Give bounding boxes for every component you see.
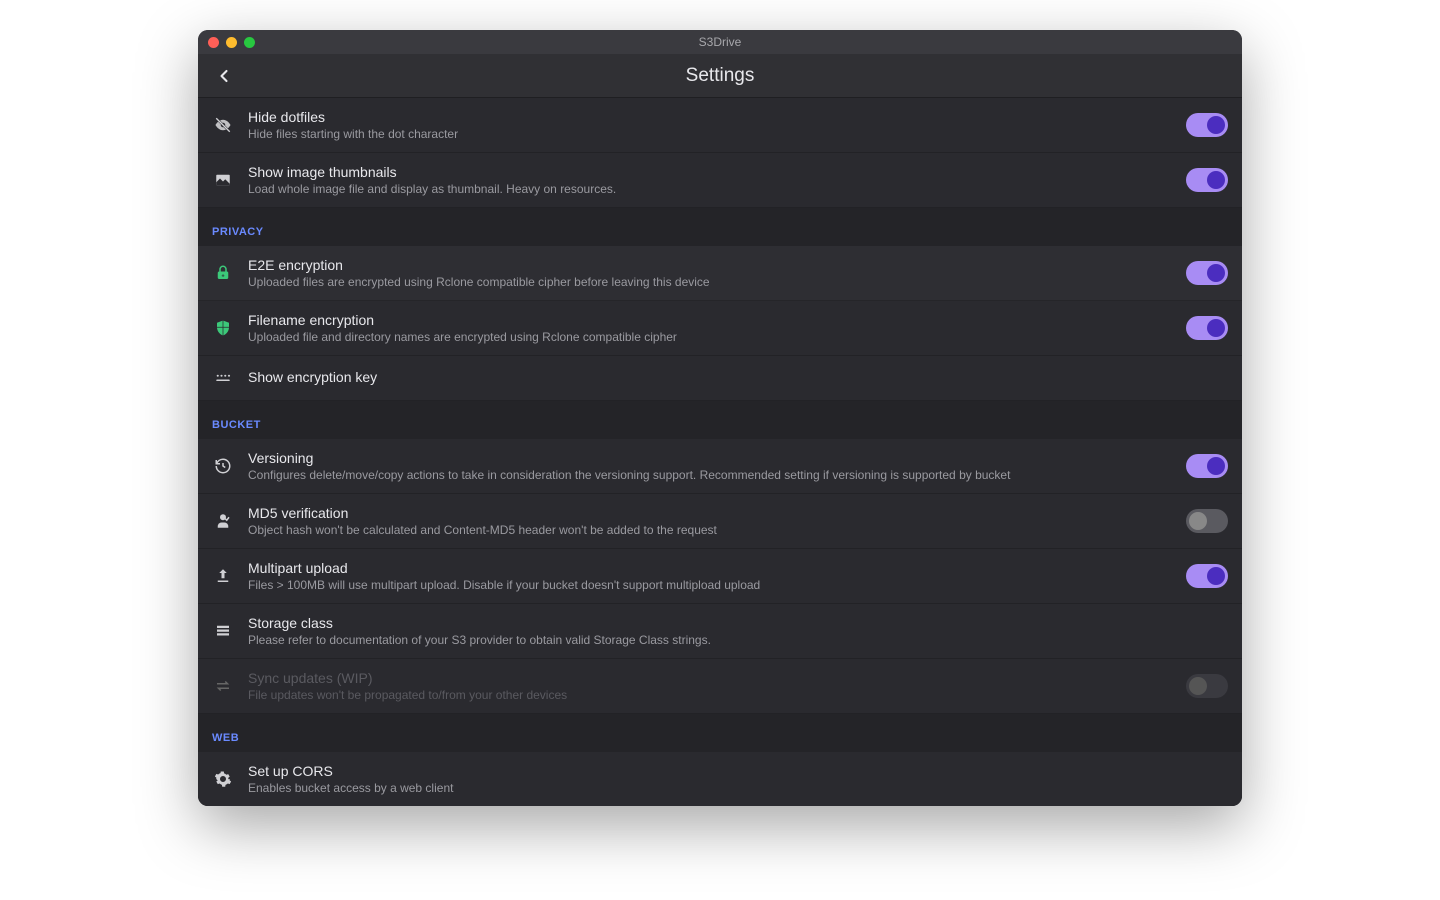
row-desc: Object hash won't be calculated and Cont…	[248, 523, 1172, 537]
row-setup-cors[interactable]: Set up CORS Enables bucket access by a w…	[198, 752, 1242, 806]
maximize-icon[interactable]	[244, 37, 255, 48]
row-title: Storage class	[248, 615, 1228, 631]
minimize-icon[interactable]	[226, 37, 237, 48]
row-show-thumbnails[interactable]: Show image thumbnails Load whole image f…	[198, 153, 1242, 208]
chevron-left-icon	[214, 66, 234, 86]
row-title: Multipart upload	[248, 560, 1172, 576]
upload-icon	[212, 565, 234, 587]
row-desc: Please refer to documentation of your S3…	[248, 633, 1228, 647]
image-icon	[212, 169, 234, 191]
toggle-md5-verification[interactable]	[1186, 509, 1228, 533]
toggle-versioning[interactable]	[1186, 454, 1228, 478]
row-desc: File updates won't be propagated to/from…	[248, 688, 1172, 702]
section-bucket: BUCKET	[198, 401, 1242, 439]
toggle-filename-encryption[interactable]	[1186, 316, 1228, 340]
toggle-hide-dotfiles[interactable]	[1186, 113, 1228, 137]
section-privacy: PRIVACY	[198, 208, 1242, 246]
row-desc: Files > 100MB will use multipart upload.…	[248, 578, 1172, 592]
app-window: S3Drive Settings Hide dotfiles Hide file…	[198, 30, 1242, 806]
settings-content: Hide dotfiles Hide files starting with t…	[198, 98, 1242, 806]
row-multipart-upload[interactable]: Multipart upload Files > 100MB will use …	[198, 549, 1242, 604]
row-title: Set up CORS	[248, 763, 1228, 779]
toggle-e2e-encryption[interactable]	[1186, 261, 1228, 285]
row-desc: Uploaded files are encrypted using Rclon…	[248, 275, 1172, 289]
titlebar: S3Drive	[198, 30, 1242, 54]
toggle-show-thumbnails[interactable]	[1186, 168, 1228, 192]
row-md5-verification[interactable]: MD5 verification Object hash won't be ca…	[198, 494, 1242, 549]
row-desc: Hide files starting with the dot charact…	[248, 127, 1172, 141]
row-title: Filename encryption	[248, 312, 1172, 328]
row-filename-encryption[interactable]: Filename encryption Uploaded file and di…	[198, 301, 1242, 356]
section-web: WEB	[198, 714, 1242, 752]
window-title: S3Drive	[699, 35, 742, 49]
storage-icon	[212, 620, 234, 642]
history-icon	[212, 455, 234, 477]
row-desc: Configures delete/move/copy actions to t…	[248, 468, 1172, 482]
page-title: Settings	[686, 65, 755, 87]
row-title: Show encryption key	[248, 369, 1228, 385]
row-title: Hide dotfiles	[248, 109, 1172, 125]
row-title: Sync updates (WIP)	[248, 670, 1172, 686]
window-controls	[208, 37, 255, 48]
row-hide-dotfiles[interactable]: Hide dotfiles Hide files starting with t…	[198, 98, 1242, 153]
row-title: Show image thumbnails	[248, 164, 1172, 180]
row-show-encryption-key[interactable]: Show encryption key	[198, 356, 1242, 401]
back-button[interactable]	[212, 64, 236, 88]
row-desc: Load whole image file and display as thu…	[248, 182, 1172, 196]
toggle-multipart-upload[interactable]	[1186, 564, 1228, 588]
row-e2e-encryption[interactable]: + E2E encryption Uploaded files are encr…	[198, 246, 1242, 301]
row-sync-updates: Sync updates (WIP) File updates won't be…	[198, 659, 1242, 714]
sync-icon	[212, 675, 234, 697]
toggle-sync-updates	[1186, 674, 1228, 698]
row-title: Versioning	[248, 450, 1172, 466]
row-desc: Uploaded file and directory names are en…	[248, 330, 1172, 344]
lock-icon: +	[212, 262, 234, 284]
row-desc: Enables bucket access by a web client	[248, 781, 1228, 795]
row-title: MD5 verification	[248, 505, 1172, 521]
row-versioning[interactable]: Versioning Configures delete/move/copy a…	[198, 439, 1242, 494]
row-storage-class[interactable]: Storage class Please refer to documentat…	[198, 604, 1242, 659]
row-title: E2E encryption	[248, 257, 1172, 273]
shield-icon	[212, 317, 234, 339]
close-icon[interactable]	[208, 37, 219, 48]
password-icon	[212, 367, 234, 389]
page-header: Settings	[198, 54, 1242, 98]
verified-icon	[212, 510, 234, 532]
gear-icon	[212, 768, 234, 790]
svg-text:+: +	[221, 274, 224, 280]
eye-off-icon	[212, 114, 234, 136]
